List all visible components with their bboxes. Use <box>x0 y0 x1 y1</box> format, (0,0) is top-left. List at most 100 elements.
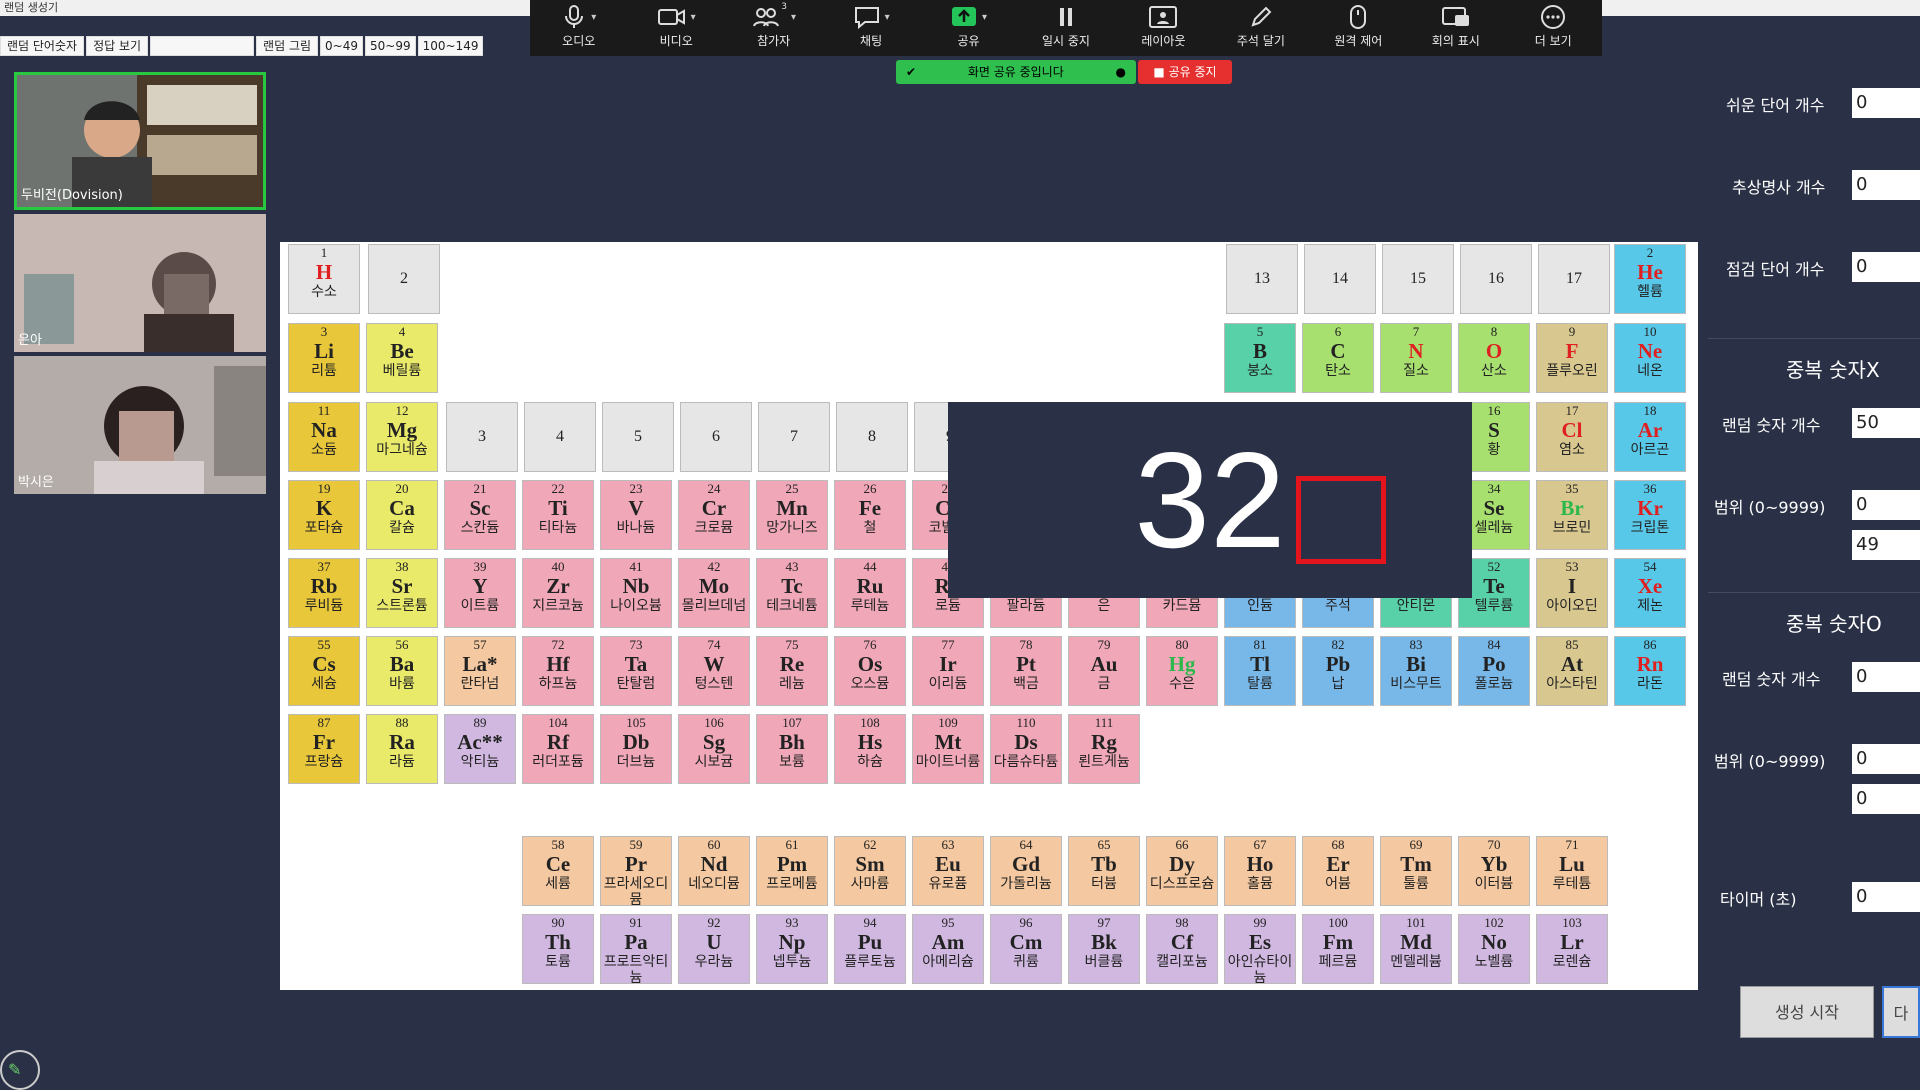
participant-video-image <box>14 214 266 352</box>
element-korean-name: 탈륨 <box>1247 676 1273 692</box>
element-symbol: Na <box>311 418 337 442</box>
random-count-input[interactable]: 50 <box>1852 408 1920 438</box>
chevron-down-icon: ▾ <box>982 11 988 23</box>
menu-range-100-149[interactable]: 100~149 <box>417 36 484 56</box>
stop-share-button[interactable]: ■ 공유 중지 <box>1138 60 1232 84</box>
share-icon <box>952 7 977 26</box>
atomic-number: 90 <box>551 915 565 930</box>
element-korean-name: 시보귬 <box>694 754 734 770</box>
element-symbol: Tm <box>1400 852 1432 876</box>
range-from-input[interactable]: 0 <box>1852 744 1920 774</box>
atomic-number: 101 <box>1406 915 1426 930</box>
chevron-down-icon: ▾ <box>591 11 597 23</box>
start-generate-button[interactable]: 생성 시작 <box>1740 986 1874 1038</box>
audio-button[interactable]: ▾ 오디오 <box>534 0 624 56</box>
abstract-nouns-input[interactable]: 0 <box>1852 170 1920 200</box>
element-symbol: No <box>1481 930 1507 954</box>
element-cell-o: 8 O 산소 <box>1458 323 1530 393</box>
element-cell-y: 39 Y 이트륨 <box>444 558 516 628</box>
element-korean-name: 칼슘 <box>389 520 415 536</box>
element-cell-gd: 64 Gd 가돌리늄 <box>990 836 1062 906</box>
element-korean-name: 수은 <box>1169 676 1195 692</box>
atomic-number: 79 <box>1097 637 1111 652</box>
video-tile-3[interactable]: 박시은 <box>14 356 266 494</box>
check-words-label: 점검 단어 개수 <box>1726 260 1825 279</box>
video-tile-2[interactable]: 은아 <box>14 214 266 352</box>
show-meeting-button[interactable]: 회의 표시 <box>1411 0 1501 56</box>
element-symbol: Fr <box>312 730 336 754</box>
element-symbol: Eu <box>935 852 961 876</box>
menu-random-picture[interactable]: 랜덤 그림 <box>256 36 319 56</box>
element-cell-po: 84 Po 폴로늄 <box>1458 636 1530 706</box>
element-cell-ar: 18 Ar 아르곤 <box>1614 402 1686 472</box>
element-korean-name: 넵투늄 <box>772 954 812 970</box>
element-symbol: Ho <box>1246 852 1274 876</box>
no-duplicate-heading: 중복 숫자X <box>1786 358 1880 382</box>
atomic-number: 102 <box>1484 915 1504 930</box>
video-tile-1[interactable]: 두비전(Dovision) <box>14 72 266 210</box>
layout-button[interactable]: 레이아웃 <box>1118 0 1208 56</box>
random-count-input[interactable]: 0 <box>1852 662 1920 692</box>
remote-control-button[interactable]: 원격 제어 <box>1313 0 1403 56</box>
video-button[interactable]: ▾ 비디오 <box>631 0 721 56</box>
chat-button[interactable]: ▾ 채팅 <box>826 0 916 56</box>
element-symbol: Mg <box>386 418 418 442</box>
participant-name: 은아 <box>18 333 42 348</box>
element-cell-cl: 17 Cl 염소 <box>1536 402 1608 472</box>
participants-icon <box>753 8 780 27</box>
annotation-pen-button[interactable]: ✎ <box>0 1050 40 1090</box>
pencil-icon: ✎ <box>8 1060 22 1079</box>
menu-show-answer[interactable]: 정답 보기 <box>86 36 149 56</box>
check-words-input[interactable]: 0 <box>1852 252 1920 282</box>
annotate-button[interactable]: 주석 달기 <box>1216 0 1306 56</box>
group-header-3: 3 <box>446 402 518 472</box>
element-symbol: La* <box>462 652 498 676</box>
sharing-status-banner: ✔ 화면 공유 중입니다 ● <box>896 60 1136 84</box>
participants-button[interactable]: 3 ▾ 참가자 <box>729 0 819 56</box>
element-korean-name: 브로민 <box>1552 520 1592 536</box>
secondary-button[interactable]: 다 <box>1882 986 1920 1038</box>
element-korean-name: 라듐 <box>389 754 415 770</box>
element-symbol: Tb <box>1091 852 1117 876</box>
range-from-input[interactable]: 0 <box>1852 490 1920 520</box>
timer-input[interactable]: 0 <box>1852 882 1920 912</box>
element-symbol: Rb <box>310 574 338 598</box>
element-cell-w: 74 W 텅스텐 <box>678 636 750 706</box>
atomic-number: 96 <box>1019 915 1033 930</box>
element-cell-tc: 43 Tc 테크네튬 <box>756 558 828 628</box>
random-number-display: 32 <box>948 402 1472 598</box>
element-symbol: Cl <box>1561 418 1583 442</box>
element-symbol: Hs <box>857 730 883 754</box>
element-korean-name: 플루토늄 <box>844 954 896 970</box>
menu-range-50-99[interactable]: 50~99 <box>365 36 416 56</box>
group-header-13: 13 <box>1226 244 1298 314</box>
timer-label: 타이머 (초) <box>1720 890 1797 909</box>
element-cell-c: 6 C 탄소 <box>1302 323 1374 393</box>
more-button[interactable]: 더 보기 <box>1508 0 1598 56</box>
atomic-number: 7 <box>1412 324 1420 339</box>
easy-words-input[interactable]: 0 <box>1852 88 1920 118</box>
group-header-2: 2 <box>368 244 440 314</box>
menu-random-word-number[interactable]: 랜덤 단어숫자 <box>0 36 85 56</box>
atomic-number: 82 <box>1331 637 1345 652</box>
range-to-input[interactable]: 0 <box>1852 784 1920 814</box>
atomic-number: 25 <box>785 481 799 496</box>
menu-blank[interactable] <box>150 36 255 56</box>
menu-range-0-49[interactable]: 0~49 <box>320 36 363 56</box>
element-symbol: Db <box>622 730 650 754</box>
atomic-number: 86 <box>1643 637 1657 652</box>
range-to-input[interactable]: 49 <box>1852 530 1920 560</box>
element-symbol: Pt <box>1016 652 1036 676</box>
group-header-4: 4 <box>524 402 596 472</box>
abstract-nouns-label: 추상명사 개수 <box>1732 178 1826 197</box>
share-button[interactable]: ▾ 공유 <box>924 0 1014 56</box>
element-symbol: Ac** <box>457 730 503 754</box>
pause-share-button[interactable]: 일시 중지 <box>1021 0 1111 56</box>
element-korean-name: 납 <box>1331 676 1345 692</box>
element-symbol: Er <box>1326 852 1350 876</box>
element-cell-n: 7 N 질소 <box>1380 323 1452 393</box>
element-cell-mt: 109 Mt 마이트너륨 <box>912 714 984 784</box>
element-korean-name: 백금 <box>1013 676 1039 692</box>
selected-element-highlight <box>1296 476 1386 564</box>
element-korean-name: 바륨 <box>389 676 415 692</box>
